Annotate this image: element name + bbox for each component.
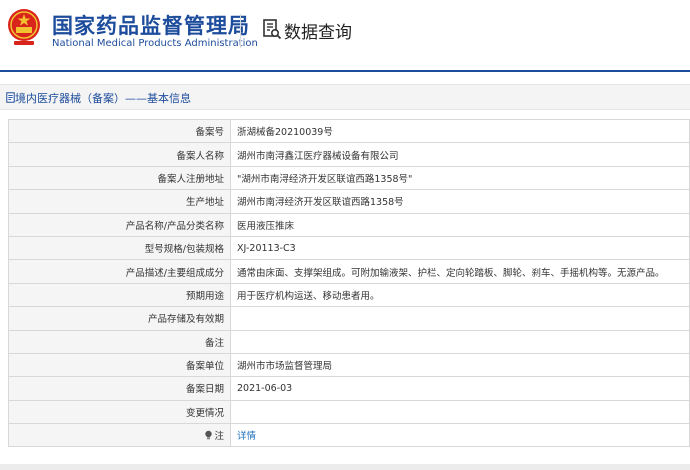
field-value bbox=[230, 329, 690, 354]
field-value: XJ-20113-C3 bbox=[230, 235, 690, 261]
header-divider bbox=[240, 14, 241, 48]
table-row: 变更情况 bbox=[8, 399, 690, 425]
field-label: 备案人注册地址 bbox=[8, 165, 231, 191]
bottom-strip bbox=[0, 464, 690, 470]
section-bar: 境内医疗器械（备案）——基本信息 bbox=[0, 84, 690, 110]
data-query-icon bbox=[263, 19, 282, 40]
table-row: 备案人注册地址 "湖州市南浔经济开发区联谊西路1358号" bbox=[8, 165, 690, 191]
table-row: 备案人名称 湖州市南浔鑫江医疗器械设备有限公司 bbox=[8, 142, 690, 167]
details-link[interactable]: 详情 bbox=[230, 423, 690, 448]
table-row: 产品名称/产品分类名称 医用液压推床 bbox=[8, 212, 690, 237]
field-label: 备案人名称 bbox=[8, 142, 231, 167]
field-value: 医用液压推床 bbox=[230, 212, 690, 237]
table-row: 注 详情 bbox=[8, 423, 690, 448]
field-label: 预期用途 bbox=[8, 282, 231, 308]
field-value bbox=[230, 399, 690, 425]
field-value: 浙湖械备20210039号 bbox=[230, 118, 690, 144]
table-row: 生产地址 湖州市南浔经济开发区联谊西路1358号 bbox=[8, 189, 690, 214]
section-title: 境内医疗器械（备案）——基本信息 bbox=[6, 90, 191, 106]
table-row: 预期用途 用于医疗机构运送、移动患者用。 bbox=[8, 282, 690, 308]
header-underline bbox=[0, 70, 690, 72]
section-title-text: 境内医疗器械（备案）——基本信息 bbox=[15, 92, 191, 105]
field-value: 湖州市南浔经济开发区联谊西路1358号 bbox=[230, 189, 690, 214]
field-label: 产品存储及有效期 bbox=[8, 306, 231, 331]
field-value: 湖州市南浔鑫江医疗器械设备有限公司 bbox=[230, 142, 690, 167]
field-label: 备案号 bbox=[8, 118, 231, 144]
field-label-note: 注 bbox=[8, 423, 231, 448]
note-label-text: 注 bbox=[214, 431, 224, 443]
field-label: 产品名称/产品分类名称 bbox=[8, 212, 231, 237]
table-row: 备案日期 2021-06-03 bbox=[8, 376, 690, 401]
table-row: 产品存储及有效期 bbox=[8, 306, 690, 331]
basic-info-table: 备案号 浙湖械备20210039号 备案人名称 湖州市南浔鑫江医疗器械设备有限公司 … bbox=[8, 118, 690, 448]
national-emblem-icon bbox=[8, 9, 40, 45]
org-name-cn[interactable]: 国家药品监督管理局 bbox=[52, 10, 250, 40]
field-value: 湖州市市场监督管理局 bbox=[230, 352, 690, 378]
table-row: 型号规格/包装规格 XJ-20113-C3 bbox=[8, 235, 690, 261]
field-label: 产品描述/主要组成成分 bbox=[8, 259, 231, 284]
info-bulb-icon bbox=[205, 431, 213, 440]
page-title: 数据查询 bbox=[284, 23, 352, 43]
field-label: 变更情况 bbox=[8, 399, 231, 425]
field-label: 备注 bbox=[8, 329, 231, 354]
field-label: 生产地址 bbox=[8, 189, 231, 214]
field-label: 备案单位 bbox=[8, 352, 231, 378]
org-name-en[interactable]: National Medical Products Administration bbox=[52, 38, 258, 49]
field-value bbox=[230, 306, 690, 331]
table-row: 备案单位 湖州市市场监督管理局 bbox=[8, 352, 690, 378]
field-value: "湖州市南浔经济开发区联谊西路1358号" bbox=[230, 165, 690, 191]
table-row: 备注 bbox=[8, 329, 690, 354]
field-value: 通常由床面、支撑架组成。可附加输液架、护栏、定向轮踏板、脚轮、刹车、手摇机构等。… bbox=[230, 259, 690, 284]
field-label: 备案日期 bbox=[8, 376, 231, 401]
field-value: 2021-06-03 bbox=[230, 376, 690, 401]
field-value: 用于医疗机构运送、移动患者用。 bbox=[230, 282, 690, 308]
site-header: 国家药品监督管理局 National Medical Products Admi… bbox=[0, 0, 690, 70]
table-row: 产品描述/主要组成成分 通常由床面、支撑架组成。可附加输液架、护栏、定向轮踏板、脚… bbox=[8, 259, 690, 284]
field-label: 型号规格/包装规格 bbox=[8, 235, 231, 261]
document-icon bbox=[6, 92, 15, 103]
table-row: 备案号 浙湖械备20210039号 bbox=[8, 118, 690, 144]
